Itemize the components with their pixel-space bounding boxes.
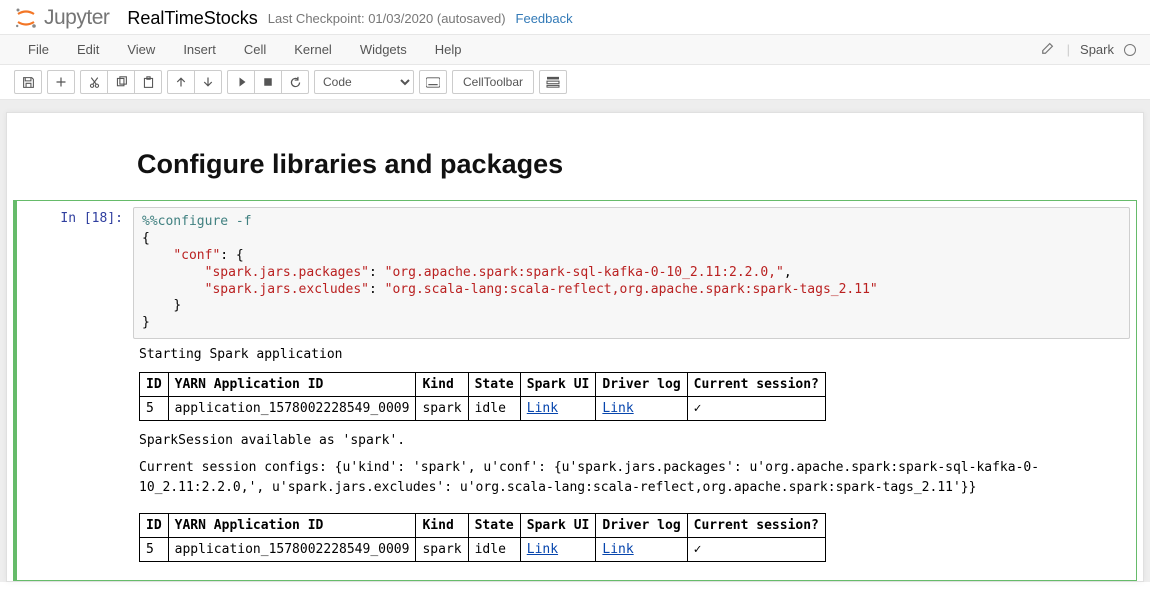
cell-state: idle xyxy=(468,397,520,421)
kernel-indicator-icon xyxy=(1124,44,1136,56)
cell-id: 5 xyxy=(140,397,169,421)
markdown-cell[interactable]: Configure libraries and packages xyxy=(7,149,1143,196)
col-kind: Kind xyxy=(416,373,468,397)
celltype-select[interactable]: Code xyxy=(314,70,414,94)
output-starting-text: Starting Spark application xyxy=(139,347,1124,362)
cell-yarn: application_1578002228549_0009 xyxy=(168,397,416,421)
menu-insert[interactable]: Insert xyxy=(169,36,230,63)
table-header-row: ID YARN Application ID Kind State Spark … xyxy=(140,513,826,537)
table-row: 5 application_1578002228549_0009 spark i… xyxy=(140,397,826,421)
celltoolbar-button[interactable]: CellToolbar xyxy=(452,70,534,94)
sparkui-link[interactable]: Link xyxy=(527,401,558,416)
cut-copy-paste-group xyxy=(80,70,162,94)
menu-help[interactable]: Help xyxy=(421,36,476,63)
restart-button[interactable] xyxy=(281,70,309,94)
spark-table-2: ID YARN Application ID Kind State Spark … xyxy=(139,513,826,562)
output-session-available: SparkSession available as 'spark'. xyxy=(139,433,1124,448)
paste-button[interactable] xyxy=(134,70,162,94)
cell-current: ✓ xyxy=(687,537,825,561)
driverlog-link[interactable]: Link xyxy=(602,542,633,557)
command-palette-button[interactable] xyxy=(419,70,447,94)
col-yarn: YARN Application ID xyxy=(168,513,416,537)
col-sparkui: Spark UI xyxy=(520,373,596,397)
col-driverlog: Driver log xyxy=(596,513,687,537)
menu-file[interactable]: File xyxy=(14,36,63,63)
run-group xyxy=(227,70,309,94)
cell-yarn: application_1578002228549_0009 xyxy=(168,537,416,561)
cell-state: idle xyxy=(468,537,520,561)
run-button[interactable] xyxy=(227,70,255,94)
col-sparkui: Spark UI xyxy=(520,513,596,537)
checkpoint-status: Last Checkpoint: 01/03/2020 (autosaved) xyxy=(268,11,506,26)
driverlog-link[interactable]: Link xyxy=(602,401,633,416)
move-up-button[interactable] xyxy=(167,70,195,94)
notebook-heading: Configure libraries and packages xyxy=(137,149,1033,180)
col-id: ID xyxy=(140,513,169,537)
spark-table-1: ID YARN Application ID Kind State Spark … xyxy=(139,372,826,421)
jupyter-icon xyxy=(14,6,38,30)
col-current: Current session? xyxy=(687,373,825,397)
cell-kind: spark xyxy=(416,537,468,561)
col-state: State xyxy=(468,373,520,397)
table-row: 5 application_1578002228549_0009 spark i… xyxy=(140,537,826,561)
add-cell-button[interactable] xyxy=(47,70,75,94)
menu-kernel[interactable]: Kernel xyxy=(280,36,346,63)
col-kind: Kind xyxy=(416,513,468,537)
toolbar: Code CellToolbar xyxy=(0,65,1150,100)
cell-id: 5 xyxy=(140,537,169,561)
feedback-link[interactable]: Feedback xyxy=(516,11,573,26)
input-prompt: In [18]: xyxy=(23,207,133,339)
move-down-button[interactable] xyxy=(194,70,222,94)
divider: | xyxy=(1063,42,1074,57)
cut-button[interactable] xyxy=(80,70,108,94)
col-yarn: YARN Application ID xyxy=(168,373,416,397)
notebook-container: Configure libraries and packages In [18]… xyxy=(0,100,1150,582)
code-input[interactable]: %%configure -f { "conf": { "spark.jars.p… xyxy=(133,207,1130,339)
jupyter-logo[interactable]: Jupyter xyxy=(14,6,109,30)
jupyter-logo-text: Jupyter xyxy=(44,6,109,30)
sparkui-link[interactable]: Link xyxy=(527,542,558,557)
notebook-header: Jupyter RealTimeStocks Last Checkpoint: … xyxy=(0,0,1150,35)
copy-button[interactable] xyxy=(107,70,135,94)
cell-current: ✓ xyxy=(687,397,825,421)
notebook-name[interactable]: RealTimeStocks xyxy=(127,8,257,29)
menu-edit[interactable]: Edit xyxy=(63,36,113,63)
col-driverlog: Driver log xyxy=(596,373,687,397)
kernel-name[interactable]: Spark xyxy=(1074,42,1120,57)
menubar: File Edit View Insert Cell Kernel Widget… xyxy=(0,35,1150,65)
col-state: State xyxy=(468,513,520,537)
col-current: Current session? xyxy=(687,513,825,537)
table-header-row: ID YARN Application ID Kind State Spark … xyxy=(140,373,826,397)
celltoolbar-menu-button[interactable] xyxy=(539,70,567,94)
menu-view[interactable]: View xyxy=(113,36,169,63)
notebook-inner: Configure libraries and packages In [18]… xyxy=(6,112,1144,582)
col-id: ID xyxy=(140,373,169,397)
pencil-icon[interactable] xyxy=(1033,41,1063,58)
menu-cell[interactable]: Cell xyxy=(230,36,280,63)
save-button[interactable] xyxy=(14,70,42,94)
output-session-configs: Current session configs: {u'kind': 'spar… xyxy=(139,458,1124,498)
menu-widgets[interactable]: Widgets xyxy=(346,36,421,63)
output-area: Starting Spark application ID YARN Appli… xyxy=(139,347,1124,561)
cell-kind: spark xyxy=(416,397,468,421)
code-cell[interactable]: In [18]: %%configure -f { "conf": { "spa… xyxy=(13,200,1137,581)
stop-button[interactable] xyxy=(254,70,282,94)
move-group xyxy=(167,70,222,94)
